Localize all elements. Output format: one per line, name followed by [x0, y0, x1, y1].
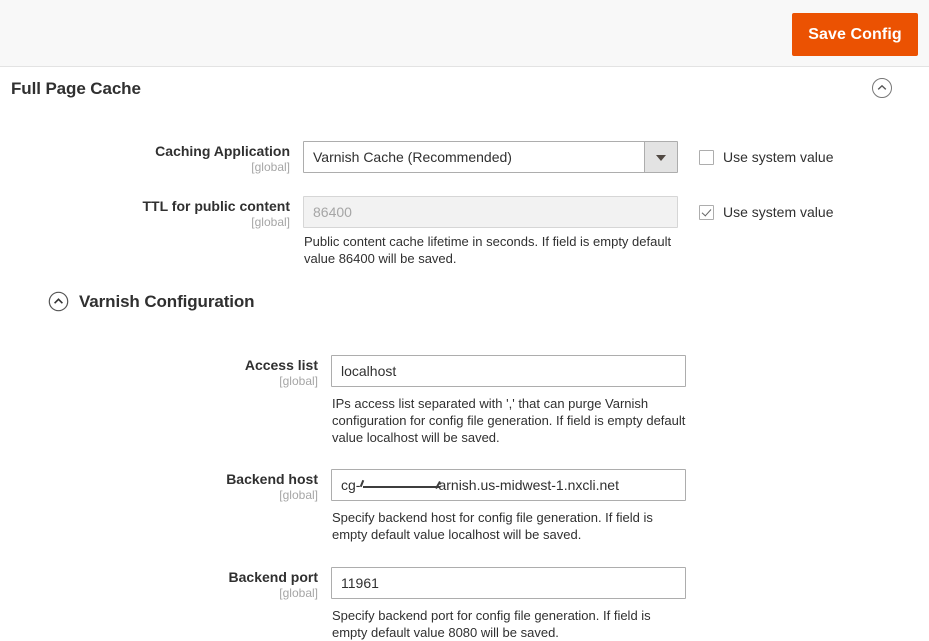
- ttl-public-content-input: [303, 196, 678, 228]
- backend-port-note: Specify backend port for config file gen…: [332, 608, 651, 640]
- varnish-configuration-subsection-header[interactable]: Varnish Configuration: [48, 291, 255, 312]
- field-row-backend-port: Backend port [global] Specify backend po…: [0, 567, 929, 640]
- redaction-bar: [363, 486, 440, 488]
- save-config-button[interactable]: Save Config: [792, 13, 918, 56]
- ttl-public-content-use-system-value[interactable]: Use system value: [699, 204, 833, 220]
- scope-tag: [global]: [279, 586, 318, 600]
- caching-application-use-system-value[interactable]: Use system value: [699, 149, 833, 165]
- backend-host-value-suffix: arnish.us-midwest-1.nxcli.net: [438, 477, 619, 493]
- ttl-public-content-label: TTL for public content [global]: [80, 198, 290, 230]
- backend-port-input[interactable]: [331, 567, 686, 599]
- backend-host-note: Specify backend host for config file gen…: [332, 510, 653, 542]
- page-title: Full Page Cache: [11, 79, 141, 98]
- backend-port-label: Backend port [global]: [110, 569, 318, 601]
- use-system-value-label: Use system value: [723, 149, 834, 165]
- chevron-up-circle-icon[interactable]: [871, 77, 893, 99]
- backend-port-control: [331, 567, 686, 599]
- field-row-ttl-public-content: TTL for public content [global] Public c…: [0, 196, 929, 276]
- caching-application-selected-value: Varnish Cache (Recommended): [313, 149, 512, 165]
- scope-tag: [global]: [279, 488, 318, 502]
- ttl-public-content-note: Public content cache lifetime in seconds…: [304, 234, 672, 266]
- backend-host-label: Backend host [global]: [110, 471, 318, 503]
- access-list-note: IPs access list separated with ',' that …: [332, 396, 686, 445]
- scope-tag: [global]: [279, 374, 318, 388]
- caching-application-label: Caching Application [global]: [80, 143, 290, 175]
- varnish-configuration-title: Varnish Configuration: [79, 291, 255, 311]
- backend-host-control: cg-arnish.us-midwest-1.nxcli.net: [331, 469, 686, 501]
- ttl-public-content-control: [303, 196, 678, 228]
- field-row-caching-application: Caching Application [global] Varnish Cac…: [0, 141, 929, 177]
- scope-tag: [global]: [251, 160, 290, 174]
- backend-host-value: cg-arnish.us-midwest-1.nxcli.net: [341, 477, 619, 493]
- page-actions-toolbar: Save Config: [0, 0, 929, 67]
- access-list-control: [331, 355, 686, 387]
- field-row-access-list: Access list [global] IPs access list sep…: [0, 355, 929, 445]
- full-page-cache-section-header[interactable]: Full Page Cache: [0, 67, 929, 113]
- chevron-up-circle-icon[interactable]: [48, 291, 69, 312]
- use-system-value-checkbox[interactable]: [699, 204, 714, 220]
- scope-tag: [global]: [251, 215, 290, 229]
- field-row-backend-host: Backend host [global] cg-arnish.us-midwe…: [0, 469, 929, 542]
- backend-host-input[interactable]: cg-arnish.us-midwest-1.nxcli.net: [331, 469, 686, 501]
- access-list-input[interactable]: [331, 355, 686, 387]
- backend-host-value-prefix: cg-: [341, 477, 361, 493]
- caching-application-control: Varnish Cache (Recommended): [303, 141, 678, 173]
- caching-application-select[interactable]: Varnish Cache (Recommended): [303, 141, 678, 173]
- use-system-value-checkbox[interactable]: [699, 149, 714, 165]
- chevron-down-icon[interactable]: [644, 142, 677, 172]
- access-list-label: Access list [global]: [110, 357, 318, 389]
- use-system-value-label: Use system value: [723, 204, 834, 220]
